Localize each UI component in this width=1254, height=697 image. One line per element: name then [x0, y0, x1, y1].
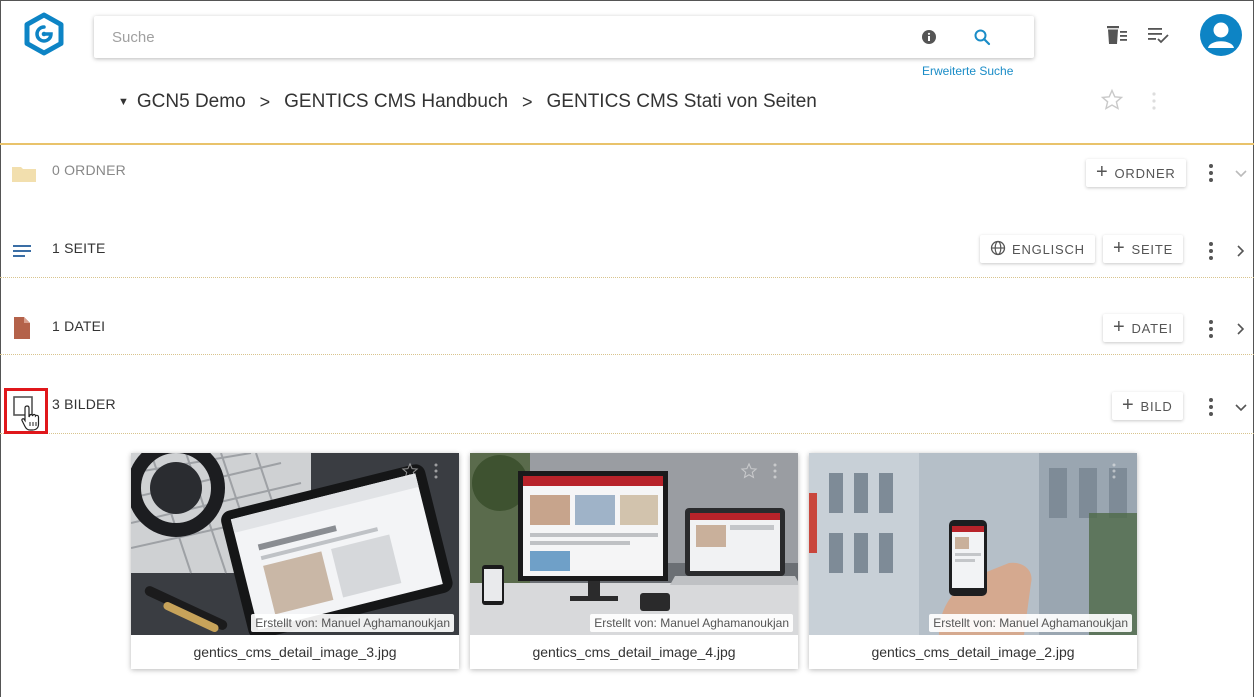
favourite-star-icon[interactable] [1100, 88, 1124, 112]
language-label: ENGLISCH [1012, 241, 1085, 257]
image-file-name: gentics_cms_detail_image_2.jpg [871, 644, 1075, 660]
add-image-button[interactable]: + BILD [1112, 392, 1183, 420]
add-page-button[interactable]: + SEITE [1103, 235, 1184, 263]
card-star-icon[interactable] [401, 462, 419, 480]
chevron-right-icon[interactable] [1233, 243, 1249, 259]
chevron-right-icon[interactable] [1233, 321, 1249, 337]
image-thumbnail: Erstellt von: Manuel Aghamanoukjan [470, 453, 798, 635]
image-thumbnail: Erstellt von: Manuel Aghamanoukjan [809, 453, 1137, 635]
page-list-icon [12, 242, 32, 265]
image-created-by: Erstellt von: Manuel Aghamanoukjan [929, 614, 1132, 632]
breadcrumb-separator: > [522, 91, 533, 112]
breadcrumb-item-node[interactable]: GCN5 Demo [137, 91, 246, 113]
file-icon [12, 316, 32, 345]
plus-icon: + [1122, 394, 1135, 416]
info-icon[interactable] [921, 29, 937, 45]
page-more-icon[interactable] [1206, 240, 1216, 262]
image-file-name: gentics_cms_detail_image_3.jpg [193, 644, 397, 660]
user-avatar-icon[interactable] [1200, 14, 1242, 56]
language-button[interactable]: ENGLISCH [980, 235, 1095, 263]
add-page-label: SEITE [1131, 241, 1174, 257]
image-created-by: Erstellt von: Manuel Aghamanoukjan [590, 614, 793, 632]
section-divider [0, 277, 1254, 278]
add-file-button[interactable]: + DATEI [1103, 314, 1183, 342]
card-more-icon[interactable] [772, 462, 778, 480]
add-image-label: BILD [1140, 398, 1173, 414]
search-icon[interactable] [973, 28, 991, 46]
folder-icon [12, 164, 36, 189]
image-thumbnail: Erstellt von: Manuel Aghamanoukjan [131, 453, 459, 635]
breadcrumb-item-folder[interactable]: GENTICS CMS Handbuch [284, 91, 508, 113]
plus-icon: + [1096, 161, 1109, 183]
file-section-title[interactable]: 1 DATEI [52, 318, 105, 334]
folder-more-icon[interactable] [1206, 162, 1216, 184]
chevron-down-icon[interactable] [1233, 399, 1249, 415]
chevron-down-icon[interactable] [1233, 165, 1249, 181]
globe-icon [990, 240, 1006, 259]
folder-section-title[interactable]: 0 ORDNER [52, 162, 126, 178]
list-check-icon[interactable] [1145, 22, 1171, 48]
highlight-box [4, 388, 48, 434]
page-section-title[interactable]: 1 SEITE [52, 240, 106, 256]
image-created-by: Erstellt von: Manuel Aghamanoukjan [251, 614, 454, 632]
header-divider [0, 143, 1254, 145]
card-star-icon[interactable] [740, 462, 758, 480]
more-options-icon[interactable] [1150, 90, 1158, 112]
search-bar [94, 16, 1034, 58]
wastebin-icon[interactable] [1104, 22, 1130, 48]
image-more-icon[interactable] [1206, 396, 1216, 418]
breadcrumb-item-current: GENTICS CMS Stati von Seiten [546, 91, 817, 112]
card-more-icon[interactable] [433, 462, 439, 480]
breadcrumb: ▼ GCN5 Demo > GENTICS CMS Handbuch > GEN… [118, 90, 817, 114]
image-card[interactable]: Erstellt von: Manuel Aghamanoukjan genti… [470, 453, 798, 669]
plus-icon: + [1113, 237, 1126, 259]
plus-icon: + [1113, 316, 1126, 338]
section-divider [0, 354, 1254, 355]
breadcrumb-separator: > [259, 91, 271, 112]
image-section-title[interactable]: 3 BILDER [52, 396, 116, 412]
gentics-logo-icon[interactable] [22, 12, 66, 56]
caret-down-icon[interactable]: ▼ [118, 96, 129, 108]
add-folder-button[interactable]: + ORDNER [1086, 159, 1186, 187]
advanced-search-link[interactable]: Erweiterte Suche [922, 64, 1013, 78]
image-file-name: gentics_cms_detail_image_4.jpg [532, 644, 736, 660]
add-file-label: DATEI [1131, 320, 1173, 336]
add-folder-label: ORDNER [1114, 165, 1176, 181]
file-more-icon[interactable] [1206, 318, 1216, 340]
image-card[interactable]: Erstellt von: Manuel Aghamanoukjan genti… [809, 453, 1137, 669]
image-card[interactable]: Erstellt von: Manuel Aghamanoukjan genti… [131, 453, 459, 669]
card-more-icon[interactable] [1111, 462, 1117, 480]
section-divider [0, 433, 1254, 434]
search-input[interactable] [112, 26, 892, 48]
